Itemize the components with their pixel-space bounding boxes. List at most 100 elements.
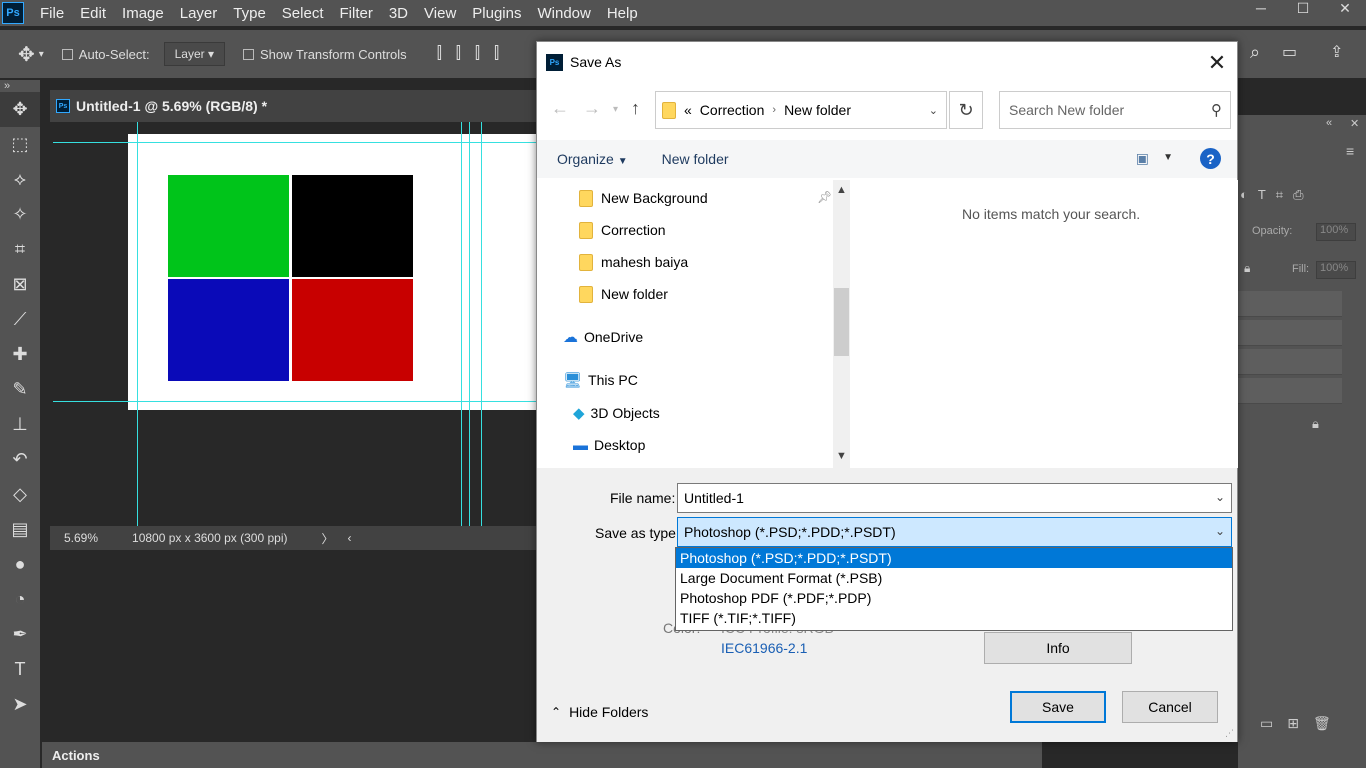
collapse-panel-icon[interactable]: « (1326, 117, 1332, 129)
menu-filter[interactable]: Filter (332, 5, 381, 22)
menu-3d[interactable]: 3D (381, 5, 416, 22)
scroll-down-icon[interactable]: ▼ (833, 450, 850, 462)
stamp-tool-icon[interactable]: ⊥ (0, 407, 40, 442)
search-input[interactable]: Search New folder ⚲ (999, 91, 1231, 129)
save-type-option-psb[interactable]: Large Document Format (*.PSB) (676, 568, 1232, 588)
search-icon[interactable]: ⌕ (1250, 42, 1260, 63)
tree-item-onedrive[interactable]: ☁ OneDrive (563, 323, 643, 351)
history-brush-icon[interactable]: ↶ (0, 442, 40, 477)
scroll-left-icon[interactable]: ‹ (348, 531, 352, 545)
file-name-input[interactable]: Untitled-1 ⌄ (677, 483, 1232, 513)
tree-item-this-pc[interactable]: 🖥︎ This PC (563, 366, 638, 394)
tree-item-3d-objects[interactable]: ◆ 3D Objects (573, 399, 660, 427)
marquee-tool-icon[interactable]: ⬚ (0, 127, 40, 162)
organize-button[interactable]: Organize ▼ (557, 151, 628, 167)
save-type-option-pdf[interactable]: Photoshop PDF (*.PDF;*.PDP) (676, 588, 1232, 608)
menu-edit[interactable]: Edit (72, 5, 114, 22)
gradient-icon[interactable]: ▤ (0, 512, 40, 547)
blur-tool-icon[interactable]: ● (0, 547, 40, 582)
expand-panel-icon[interactable]: » (4, 80, 40, 92)
tree-item-correction[interactable]: Correction (573, 216, 666, 244)
forward-arrow-icon[interactable]: → (583, 98, 601, 119)
menu-view[interactable]: View (416, 5, 464, 22)
frame-tool-icon[interactable]: ⊠ (0, 267, 40, 302)
tree-item-desktop[interactable]: ▬ Desktop (573, 431, 645, 459)
restore-icon[interactable]: ☐ (1282, 0, 1324, 20)
minimize-icon[interactable]: ─ (1240, 0, 1282, 20)
status-chevron-icon[interactable]: 〉 (321, 530, 333, 547)
layer-row[interactable] (1238, 320, 1342, 346)
menu-help[interactable]: Help (599, 5, 646, 22)
layer-row[interactable] (1238, 291, 1342, 317)
layer-filter-icons[interactable]: ◐T⌗⎙ (1240, 187, 1314, 203)
chevron-down-icon[interactable]: ⌄ (1215, 490, 1225, 504)
opacity-field[interactable]: 100% (1316, 223, 1356, 241)
info-button[interactable]: Info (984, 632, 1132, 664)
layer-row[interactable] (1238, 378, 1342, 404)
layer-row[interactable] (1238, 349, 1342, 375)
show-transform-checkbox[interactable] (243, 48, 255, 60)
save-type-option-psd[interactable]: Photoshop (*.PSD;*.PDD;*.PSDT) (676, 548, 1232, 568)
menu-window[interactable]: Window (529, 5, 598, 22)
menu-type[interactable]: Type (225, 5, 274, 22)
workspace-icon[interactable]: ▭ (1282, 42, 1297, 62)
tree-item-mahesh-baiya[interactable]: mahesh baiya (573, 248, 688, 276)
view-options-icon[interactable]: ▣ (1136, 150, 1149, 167)
close-window-icon[interactable]: ✕ (1324, 0, 1366, 20)
menu-plugins[interactable]: Plugins (464, 5, 529, 22)
move-tool-icon[interactable]: ✥ (18, 42, 35, 67)
fill-field[interactable]: 100% (1316, 261, 1356, 279)
tree-item-new-folder[interactable]: New folder (573, 280, 668, 308)
tree-item-new-background[interactable]: New Background (573, 184, 708, 212)
brush-tool-icon[interactable]: ✎ (0, 372, 40, 407)
panel-menu-icon[interactable]: ≡ (1346, 143, 1354, 159)
menu-select[interactable]: Select (274, 5, 332, 22)
eyedropper-icon[interactable]: ⟋ (0, 302, 40, 337)
back-arrow-icon[interactable]: ← (551, 98, 569, 119)
recent-chevron-icon[interactable]: ▾ (613, 104, 618, 115)
tool-preset-chevron-icon[interactable]: ▾ (39, 49, 44, 60)
save-type-select[interactable]: Photoshop (*.PSD;*.PDD;*.PSDT) ⌄ (677, 517, 1232, 547)
type-tool-icon[interactable]: T (0, 652, 40, 687)
lasso-tool-icon[interactable]: ⟡ (0, 162, 40, 197)
search-icon[interactable]: ⚲ (1211, 101, 1222, 119)
scroll-thumb[interactable] (834, 288, 849, 356)
chevron-down-icon[interactable]: ⌄ (1215, 524, 1225, 538)
document-tab[interactable]: Ps Untitled-1 @ 5.69% (RGB/8) * (50, 90, 540, 122)
auto-select-dropdown[interactable]: Layer ▾ (163, 42, 226, 66)
zoom-level[interactable]: 5.69% (64, 531, 98, 545)
file-list[interactable]: No items match your search. (850, 180, 1238, 468)
save-type-option-tiff[interactable]: TIFF (*.TIF;*.TIFF) (676, 608, 1232, 628)
resize-grip-icon[interactable]: ⋰ (1225, 728, 1234, 739)
align-icons[interactable]: ⫿⫿⫿⫿ (437, 45, 513, 63)
view-chevron-icon[interactable]: ▼ (1163, 152, 1173, 163)
close-panel-icon[interactable]: ✕ (1350, 117, 1359, 130)
document-canvas[interactable] (128, 134, 540, 410)
layer-actions-icons[interactable]: ▭⊞🗑︎ (1260, 715, 1345, 732)
breadcrumb-correction[interactable]: Correction (700, 102, 765, 118)
dodge-tool-icon[interactable]: ◔ (0, 582, 40, 617)
canvas-area[interactable] (50, 122, 540, 526)
menu-image[interactable]: Image (114, 5, 172, 22)
close-icon[interactable]: ✕ (1205, 50, 1229, 76)
magic-wand-icon[interactable]: ✧ (0, 197, 40, 232)
menu-layer[interactable]: Layer (172, 5, 226, 22)
help-icon[interactable]: ? (1200, 148, 1221, 169)
save-button[interactable]: Save (1010, 691, 1106, 723)
lock-all-icon[interactable]: 🔒︎ (1244, 261, 1250, 276)
refresh-icon[interactable]: ↻ (949, 91, 983, 129)
breadcrumb-new-folder[interactable]: New folder (784, 102, 851, 118)
address-chevron-icon[interactable]: ⌄ (929, 104, 938, 117)
auto-select-checkbox[interactable] (61, 48, 73, 60)
menu-file[interactable]: File (32, 5, 72, 22)
address-bar[interactable]: « Correction › New folder ⌄ (655, 91, 947, 129)
pin-icon[interactable]: 📌︎ (817, 190, 832, 204)
up-arrow-icon[interactable]: ↑ (631, 98, 640, 119)
path-select-icon[interactable]: ➤ (0, 687, 40, 722)
new-folder-button[interactable]: New folder (662, 151, 729, 167)
actions-panel-tab[interactable]: Actions (42, 742, 1042, 768)
hide-folders-toggle[interactable]: ⌃ Hide Folders (551, 704, 648, 720)
tree-scrollbar[interactable]: ▲ ▼ (833, 180, 850, 468)
scroll-up-icon[interactable]: ▲ (833, 184, 850, 196)
share-icon[interactable]: ⇪ (1330, 42, 1343, 62)
